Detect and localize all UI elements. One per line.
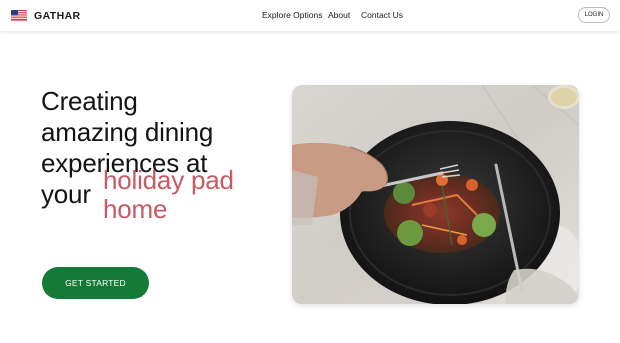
plate-illustration	[292, 85, 579, 304]
brand-name: GATHAR	[34, 9, 81, 22]
login-button[interactable]: LOGIN	[578, 7, 610, 23]
hero-accent-text: holiday pad home	[103, 166, 273, 224]
hero-accent-line: home	[103, 194, 168, 224]
site-header: GATHAR Explore Options About Contact Us …	[0, 0, 620, 31]
hero-title-line: Creating	[41, 86, 138, 116]
hero-food-image	[292, 85, 579, 304]
get-started-button[interactable]: GET STARTED	[42, 267, 149, 299]
landing-page: GATHAR Explore Options About Contact Us …	[0, 0, 620, 343]
hero-accent-line: holiday pad	[103, 165, 234, 195]
logo[interactable]: GATHAR	[11, 9, 81, 22]
hero-title-line: amazing dining	[41, 117, 214, 147]
nav-explore-options[interactable]: Explore Options	[262, 10, 322, 20]
nav-about[interactable]: About	[328, 10, 350, 20]
us-flag-icon	[11, 10, 27, 21]
nav-contact-us[interactable]: Contact Us	[361, 10, 403, 20]
